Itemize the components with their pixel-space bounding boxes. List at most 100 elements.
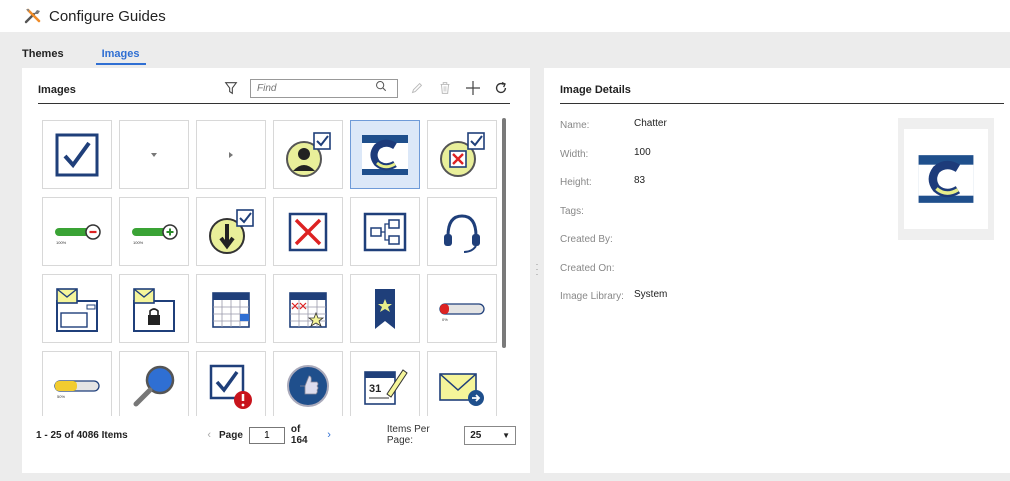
progress-label: 100% bbox=[133, 240, 144, 245]
detail-key: Created By: bbox=[560, 234, 613, 245]
detail-value: 83 bbox=[634, 175, 646, 186]
add-icon[interactable] bbox=[464, 79, 482, 97]
image-tile[interactable] bbox=[42, 274, 112, 343]
search-input[interactable] bbox=[251, 80, 375, 96]
detail-key: Name: bbox=[560, 120, 590, 131]
caret-down-icon bbox=[151, 152, 157, 157]
checkbox-checked-icon bbox=[55, 133, 99, 176]
detail-row-width: Width: 100 bbox=[560, 147, 667, 176]
images-panel-header: Images bbox=[38, 76, 510, 104]
image-details-panel: Image Details Name: Chatter Width: 100 Hei… bbox=[544, 68, 1010, 473]
detail-row-image-library: Image Library: System bbox=[560, 289, 667, 318]
image-preview bbox=[898, 118, 994, 240]
x-check-icon bbox=[440, 131, 485, 177]
grid-scrollbar[interactable] bbox=[502, 118, 506, 348]
image-tile[interactable] bbox=[273, 120, 343, 189]
panel-splitter-handle[interactable]: · · · bbox=[530, 260, 544, 279]
detail-value: Chatter bbox=[634, 118, 667, 129]
mail-lock-icon bbox=[133, 287, 175, 332]
image-tile[interactable]: 31 bbox=[350, 351, 420, 416]
detail-row-tags: Tags: bbox=[560, 204, 667, 233]
chevron-left-icon[interactable]: ‹ bbox=[207, 429, 211, 441]
workflow-icon bbox=[363, 212, 407, 251]
tools-icon bbox=[23, 6, 43, 26]
image-tile[interactable]: 100% bbox=[42, 197, 112, 266]
detail-row-name: Name: Chatter bbox=[560, 118, 667, 147]
pagination-bar: 1 - 25 of 4086 Items ‹ Page of 164 › Ite… bbox=[36, 424, 516, 446]
close-box-icon bbox=[288, 212, 328, 251]
page-number-input[interactable] bbox=[248, 426, 285, 444]
image-tile[interactable] bbox=[196, 197, 266, 266]
progress-minus-icon: 100% bbox=[55, 223, 101, 245]
image-tile[interactable] bbox=[196, 351, 266, 416]
refresh-icon[interactable] bbox=[492, 79, 510, 97]
download-check-icon bbox=[209, 208, 254, 254]
details-panel-title: Image Details bbox=[560, 83, 631, 96]
detail-row-height: Height: 83 bbox=[560, 175, 667, 204]
progress-red-icon: 0% bbox=[439, 302, 485, 322]
image-tile[interactable] bbox=[196, 274, 266, 343]
image-tile-selected[interactable] bbox=[350, 120, 420, 189]
items-per-page: Items Per Page: 25 ▼ bbox=[387, 424, 516, 446]
caret-right-icon bbox=[229, 151, 233, 158]
image-tile[interactable]: 100% bbox=[119, 197, 189, 266]
image-tile[interactable] bbox=[196, 120, 266, 189]
detail-key: Height: bbox=[560, 177, 592, 188]
image-tile[interactable]: 50% bbox=[42, 351, 112, 416]
page-title: Configure Guides bbox=[49, 7, 166, 25]
search-icon[interactable] bbox=[375, 79, 387, 97]
chevron-right-icon[interactable]: › bbox=[327, 429, 331, 441]
tab-images[interactable]: Images bbox=[95, 44, 146, 65]
bookmark-star-icon bbox=[375, 288, 395, 329]
tab-themes[interactable]: Themes bbox=[22, 44, 64, 65]
image-tile[interactable] bbox=[273, 351, 343, 416]
filter-icon[interactable] bbox=[222, 79, 240, 97]
image-preview-frame bbox=[904, 129, 988, 229]
trash-icon[interactable] bbox=[436, 79, 454, 97]
image-tile[interactable] bbox=[119, 120, 189, 189]
images-toolbar bbox=[212, 76, 510, 100]
detail-value: System bbox=[634, 289, 668, 300]
thumbs-up-icon bbox=[287, 364, 329, 407]
page-label: Page bbox=[218, 429, 243, 441]
tab-bar: Themes Images bbox=[22, 44, 184, 65]
page-total: of 164 bbox=[290, 424, 308, 446]
progress-label: 0% bbox=[442, 317, 448, 322]
image-tile[interactable]: 0% bbox=[427, 274, 497, 343]
progress-label: 100% bbox=[56, 240, 67, 245]
image-tile[interactable] bbox=[350, 274, 420, 343]
pager: ‹ Page of 164 › bbox=[199, 424, 339, 446]
detail-key: Tags: bbox=[560, 205, 584, 217]
items-per-page-label: Items Per Page: bbox=[386, 424, 430, 446]
checkbox-alert-icon bbox=[209, 364, 252, 409]
edit-icon[interactable] bbox=[408, 79, 426, 97]
image-tile[interactable] bbox=[119, 351, 189, 416]
magnifier-icon bbox=[133, 365, 175, 406]
progress-label: 50% bbox=[57, 394, 65, 399]
image-tile[interactable] bbox=[427, 351, 497, 416]
headset-icon bbox=[444, 213, 480, 253]
image-grid: 100% 100% 0% 50% 31 bbox=[42, 120, 504, 416]
detail-key: Width: bbox=[560, 148, 589, 160]
detail-key: Created On: bbox=[560, 262, 615, 274]
calendar-date-label: 31 bbox=[369, 383, 381, 395]
chatter-icon bbox=[362, 134, 408, 175]
image-tile[interactable] bbox=[427, 120, 497, 189]
search-field bbox=[250, 78, 398, 98]
image-tile[interactable] bbox=[350, 197, 420, 266]
image-tile[interactable] bbox=[42, 120, 112, 189]
image-tile[interactable] bbox=[119, 274, 189, 343]
detail-row-created-on: Created On: bbox=[560, 261, 667, 290]
detail-key: Image Library: bbox=[560, 291, 624, 302]
items-per-page-value: 25 bbox=[470, 429, 482, 441]
image-tile[interactable] bbox=[427, 197, 497, 266]
calendar-grid-icon bbox=[212, 291, 250, 328]
calendar-sign-icon: 31 bbox=[364, 368, 408, 405]
calendar-star-icon bbox=[289, 291, 327, 328]
detail-row-created-by: Created By: bbox=[560, 232, 667, 261]
image-tile[interactable] bbox=[273, 197, 343, 266]
progress-half-icon: 50% bbox=[54, 379, 100, 399]
mail-form-icon bbox=[56, 287, 98, 332]
items-per-page-select[interactable]: 25 ▼ bbox=[464, 425, 516, 445]
image-tile[interactable] bbox=[273, 274, 343, 343]
